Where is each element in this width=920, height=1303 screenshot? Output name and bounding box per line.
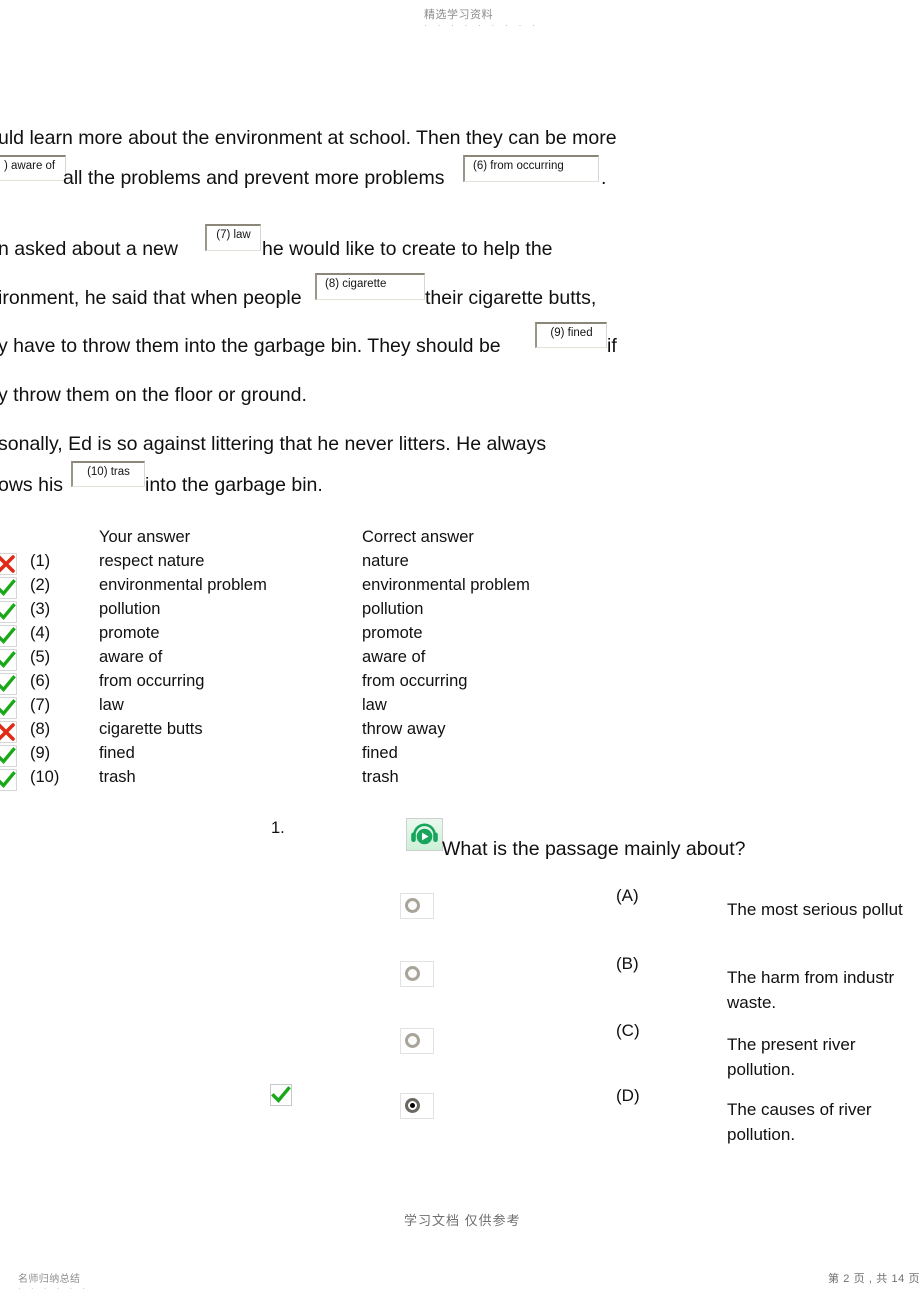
passage-line-4: n asked about a new: [0, 238, 178, 260]
result-row-your-answer: trash: [99, 768, 136, 786]
result-row-your-answer: respect nature: [99, 552, 205, 570]
check-icon: [0, 625, 17, 647]
answer-box-9[interactable]: (9) fined: [535, 322, 607, 348]
result-row-your-answer: aware of: [99, 648, 163, 666]
correct-answer-check-icon: [270, 1084, 292, 1106]
check-icon: [0, 601, 17, 623]
passage-line-13: into the garbage bin.: [145, 474, 323, 496]
option-text[interactable]: The most serious pollut: [727, 897, 920, 922]
passage-line-11: sonally, Ed is so against littering that…: [0, 433, 547, 455]
audio-play-headphones-icon[interactable]: [406, 818, 443, 851]
result-row-number: (2): [30, 576, 51, 594]
option-letter: (C): [616, 1021, 640, 1040]
result-row-correct-answer: trash: [362, 768, 399, 786]
question-number: 1.: [271, 819, 285, 837]
results-header-correct-answer: Correct answer: [362, 528, 474, 546]
answer-box-8[interactable]: (8) cigarette: [315, 273, 425, 300]
radio-indicator: [405, 1098, 420, 1113]
option-text[interactable]: The present river pollution.: [727, 1032, 920, 1082]
result-row-your-answer: pollution: [99, 600, 161, 618]
result-row-your-answer: fined: [99, 744, 135, 762]
watermark-footer-center: 学习文档 仅供参考: [404, 1213, 521, 1228]
answer-box-6[interactable]: (6) from occurring: [463, 155, 599, 182]
result-row-your-answer: cigarette butts: [99, 720, 203, 738]
cross-icon: [0, 721, 17, 743]
result-row-correct-answer: environmental problem: [362, 576, 530, 594]
passage-line-5: he would like to create to help the: [262, 238, 553, 260]
result-row-correct-answer: from occurring: [362, 672, 468, 690]
radio-indicator: [405, 1033, 420, 1048]
result-row-number: (6): [30, 672, 51, 690]
result-row-number: (3): [30, 600, 51, 618]
page-number: 第 2 页 , 共 14 页: [828, 1273, 920, 1285]
result-row-correct-answer: nature: [362, 552, 409, 570]
result-row-your-answer: environmental problem: [99, 576, 267, 594]
option-letter: (D): [616, 1086, 640, 1105]
check-icon: [0, 673, 17, 695]
result-row-number: (9): [30, 744, 51, 762]
option-letter: (A): [616, 886, 639, 905]
cross-icon: [0, 553, 17, 575]
passage-line-10: y throw them on the floor or ground.: [0, 384, 307, 406]
watermark-header-dots: · · · · · · · · ·: [424, 20, 539, 30]
passage-line-6: ironment, he said that when people: [0, 287, 302, 309]
watermark-footer-left: 名师归纳总结: [18, 1274, 81, 1285]
passage-line-8: y have to throw them into the garbage bi…: [0, 335, 501, 357]
answer-box-7[interactable]: (7) law: [205, 224, 261, 251]
option-radio-d[interactable]: [400, 1093, 434, 1119]
document-page: 精选学习资料 · · · · · · · · · uld learn more …: [0, 0, 920, 1303]
option-letter: (B): [616, 954, 639, 973]
check-icon: [0, 649, 17, 671]
check-icon: [0, 577, 17, 599]
passage-line-2: all the problems and prevent more proble…: [63, 167, 445, 189]
option-radio-c[interactable]: [400, 1028, 434, 1054]
passage-line-3: .: [601, 167, 607, 189]
watermark-footer-left-dots: · · · · · ·: [18, 1284, 90, 1293]
result-row-number: (4): [30, 624, 51, 642]
check-icon: [0, 697, 17, 719]
radio-indicator: [405, 966, 420, 981]
option-text[interactable]: The causes of river pollution.: [727, 1097, 920, 1147]
result-row-your-answer: from occurring: [99, 672, 205, 690]
passage-line-9: if: [607, 335, 617, 357]
check-icon: [0, 769, 17, 791]
result-row-correct-answer: aware of: [362, 648, 426, 666]
option-radio-a[interactable]: [400, 893, 434, 919]
passage-line-1: uld learn more about the environment at …: [0, 127, 617, 149]
result-row-correct-answer: promote: [362, 624, 423, 642]
result-row-number: (10): [30, 768, 60, 786]
result-row-correct-answer: fined: [362, 744, 398, 762]
result-row-number: (7): [30, 696, 51, 714]
result-row-correct-answer: law: [362, 696, 387, 714]
passage-line-12: ows his: [0, 474, 64, 496]
passage-line-7: their cigarette butts,: [425, 287, 597, 309]
result-row-your-answer: law: [99, 696, 124, 714]
result-row-your-answer: promote: [99, 624, 160, 642]
radio-indicator: [405, 898, 420, 913]
result-row-number: (5): [30, 648, 51, 666]
check-icon: [0, 745, 17, 767]
answer-box-5[interactable]: ) aware of: [0, 155, 66, 181]
answer-box-10[interactable]: (10) tras: [71, 461, 145, 487]
option-radio-b[interactable]: [400, 961, 434, 987]
result-row-number: (8): [30, 720, 51, 738]
result-row-correct-answer: throw away: [362, 720, 446, 738]
results-header-your-answer: Your answer: [99, 528, 191, 546]
option-text[interactable]: The harm from industr waste.: [727, 965, 920, 1015]
result-row-number: (1): [30, 552, 51, 570]
question-text: What is the passage mainly about?: [442, 838, 746, 860]
result-row-correct-answer: pollution: [362, 600, 424, 618]
